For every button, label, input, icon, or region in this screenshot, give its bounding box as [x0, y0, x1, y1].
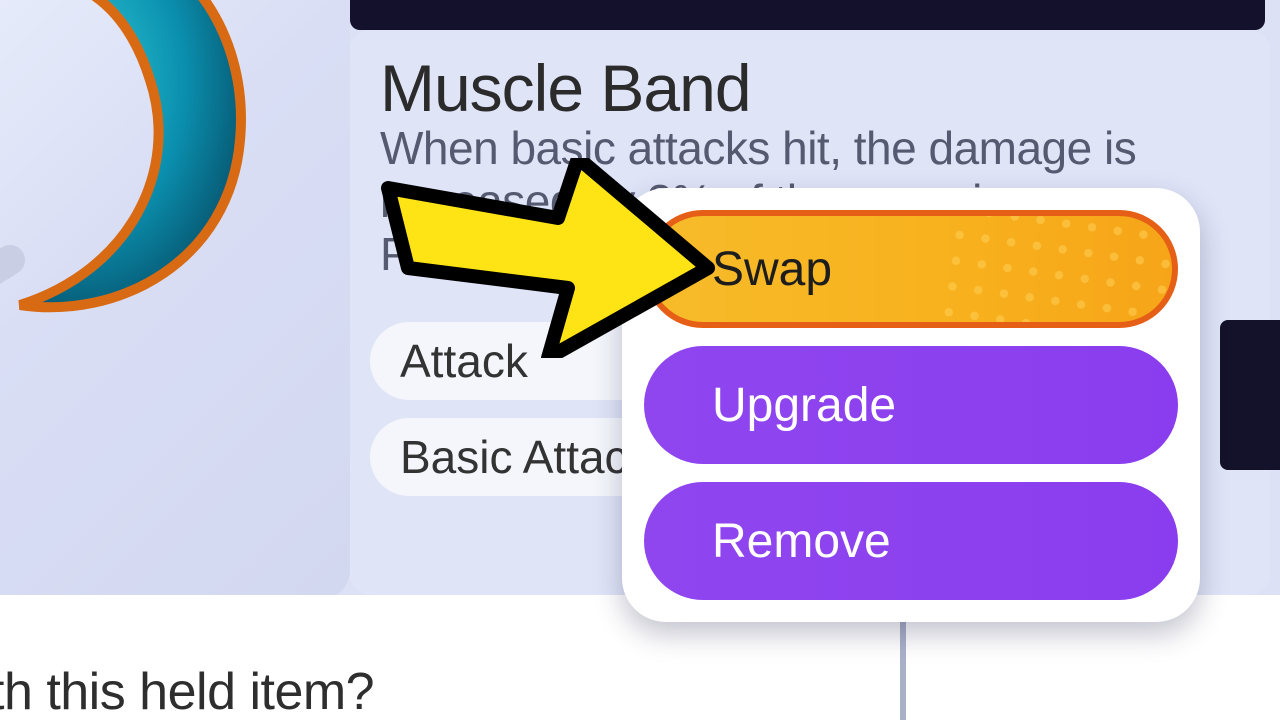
item-title: Muscle Band: [380, 50, 1240, 126]
stat-label: Basic Attack: [400, 430, 651, 484]
remove-button[interactable]: Remove: [644, 482, 1178, 600]
right-side-panel-edge: [1220, 320, 1280, 470]
character-artwork-panel: [0, 0, 350, 600]
swap-button-label: Swap: [712, 243, 832, 296]
character-crescent-icon: [0, 0, 260, 340]
bottom-divider: [900, 620, 906, 720]
upgrade-button[interactable]: Upgrade: [644, 346, 1178, 464]
stat-label: Attack: [400, 334, 528, 388]
remove-button-label: Remove: [712, 515, 891, 568]
swap-button[interactable]: Swap: [644, 210, 1178, 328]
item-context-menu: Swap Upgrade Remove: [622, 188, 1200, 622]
top-nav-bar: [350, 0, 1265, 30]
bottom-prompt-text: th this held item?: [0, 662, 374, 720]
upgrade-button-label: Upgrade: [712, 379, 896, 432]
